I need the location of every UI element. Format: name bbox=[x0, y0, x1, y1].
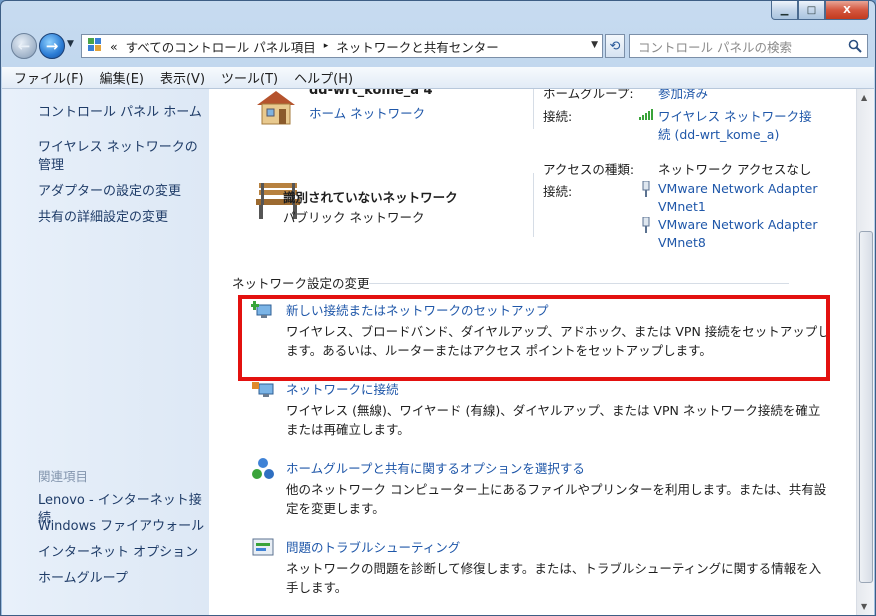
menu-edit[interactable]: 編集(E) bbox=[100, 68, 144, 87]
task-connect-description-line1: ワイヤレス (無線)、ワイヤード (有線)、ダイヤルアップ、または VPN ネッ… bbox=[286, 403, 821, 418]
menu-view[interactable]: 表示(V) bbox=[160, 68, 205, 87]
maximize-button[interactable]: □ bbox=[798, 1, 825, 20]
home-network-icon bbox=[257, 91, 295, 125]
task-troubleshoot-link[interactable]: 問題のトラブルシューティング bbox=[286, 537, 460, 556]
sidebar-link-adapter-settings[interactable]: アダプターの設定の変更 bbox=[38, 183, 208, 201]
minimize-button[interactable]: ▁ bbox=[771, 1, 798, 20]
task-homegroup-description-line2: 定を変更します。 bbox=[286, 501, 385, 516]
network-type-home-link[interactable]: ホーム ネットワーク bbox=[309, 103, 425, 122]
vertical-scrollbar[interactable]: ▲ ▼ bbox=[856, 89, 874, 615]
caption-buttons: ▁ □ X bbox=[771, 1, 869, 20]
wireless-connection-link-line2[interactable]: 続 (dd-wrt_kome_a) bbox=[658, 124, 779, 143]
breadcrumb-separator-icon[interactable]: ▸ bbox=[324, 41, 329, 51]
main-pane: dd-wrt_kome_a 4 ホーム ネットワーク ホームグループ: 参加済み… bbox=[209, 89, 856, 615]
address-bar[interactable]: « すべてのコントロール パネル項目 ▸ ネットワークと共有センター ▼ bbox=[81, 34, 603, 58]
settings-heading: ネットワーク設定の変更 bbox=[232, 276, 370, 291]
breadcrumb-all-control-panel-items[interactable]: すべてのコントロール パネル項目 bbox=[126, 37, 316, 56]
task-troubleshoot-description-line2: 手します。 bbox=[286, 580, 348, 595]
connect-to-network-icon bbox=[252, 382, 274, 397]
back-button[interactable]: ← bbox=[11, 33, 37, 59]
refresh-icon[interactable]: ⟲ bbox=[605, 34, 625, 58]
access-type-value: ネットワーク アクセスなし bbox=[658, 162, 812, 177]
task-homegroup-description-line1: 他のネットワーク コンピューター上にあるファイルやプリンターを利用します。または… bbox=[286, 482, 827, 497]
sidebar: コントロール パネル ホーム ワイヤレス ネットワークの管理 アダプターの設定の… bbox=[2, 89, 209, 615]
divider bbox=[533, 89, 534, 129]
related-heading: 関連項目 bbox=[38, 469, 89, 484]
sidebar-link-homegroup[interactable]: ホームグループ bbox=[38, 570, 208, 588]
task-connect-description-line2: または再確立します。 bbox=[286, 422, 410, 437]
recent-pages-dropdown-icon[interactable]: ▼ bbox=[67, 39, 74, 49]
homegroup-label: ホームグループ: bbox=[543, 89, 634, 101]
sidebar-link-advanced-sharing[interactable]: 共有の詳細設定の変更 bbox=[38, 209, 208, 227]
divider bbox=[533, 173, 534, 237]
menu-tools[interactable]: ツール(T) bbox=[221, 68, 278, 87]
menu-help[interactable]: ヘルプ(H) bbox=[294, 68, 353, 87]
search-placeholder: コントロール パネルの検索 bbox=[638, 39, 792, 55]
forward-button[interactable]: → bbox=[39, 33, 65, 59]
sidebar-link-firewall[interactable]: Windows ファイアウォール bbox=[38, 518, 208, 536]
network-name-unidentified: 識別されていないネットワーク bbox=[283, 190, 458, 205]
content-area: コントロール パネル ホーム ワイヤレス ネットワークの管理 アダプターの設定の… bbox=[2, 89, 874, 615]
task-troubleshoot-description-line1: ネットワークの問題を診断して修復します。または、トラブルシューティングに関する情… bbox=[286, 561, 822, 576]
homegroup-status-link[interactable]: 参加済み bbox=[658, 89, 708, 102]
control-panel-window: ▁ □ X ← → ▼ « すべてのコントロール パネル項目 ▸ ネットワークと… bbox=[0, 0, 876, 616]
connection-label: 接続: bbox=[543, 109, 573, 124]
scroll-up-icon[interactable]: ▲ bbox=[861, 93, 867, 102]
navigation-bar: ← → ▼ « すべてのコントロール パネル項目 ▸ ネットワークと共有センター… bbox=[9, 29, 868, 63]
access-type-label: アクセスの種類: bbox=[543, 162, 635, 177]
close-button[interactable]: X bbox=[825, 1, 869, 20]
sidebar-link-internet-options[interactable]: インターネット オプション bbox=[38, 544, 208, 562]
search-icon[interactable] bbox=[848, 39, 862, 53]
address-overflow-chevron[interactable]: « bbox=[110, 39, 118, 54]
ethernet-adapter-icon bbox=[642, 217, 650, 233]
ethernet-adapter-icon bbox=[642, 181, 650, 197]
wireless-signal-icon bbox=[639, 109, 653, 120]
address-dropdown-icon[interactable]: ▼ bbox=[591, 40, 598, 50]
troubleshoot-icon bbox=[252, 538, 274, 556]
menu-file[interactable]: ファイル(F) bbox=[14, 68, 84, 87]
task-connect-to-network-link[interactable]: ネットワークに接続 bbox=[286, 379, 399, 398]
sidebar-link-control-panel-home[interactable]: コントロール パネル ホーム bbox=[38, 104, 208, 122]
vmnet8-adapter-link[interactable]: VMware Network Adapter bbox=[658, 217, 818, 232]
wireless-connection-link[interactable]: ワイヤレス ネットワーク接 bbox=[658, 106, 812, 125]
heading-divider bbox=[369, 283, 789, 284]
connection-label: 接続: bbox=[543, 184, 573, 199]
breadcrumb-network-sharing-center[interactable]: ネットワークと共有センター bbox=[336, 37, 499, 56]
network-type-public: パブリック ネットワーク bbox=[283, 210, 425, 225]
vmnet1-adapter-link[interactable]: VMware Network Adapter bbox=[658, 181, 818, 196]
network-name-home: dd-wrt_kome_a 4 bbox=[309, 89, 433, 98]
control-panel-icon bbox=[88, 38, 106, 54]
task-homegroup-options-link[interactable]: ホームグループと共有に関するオプションを選択する bbox=[286, 458, 585, 477]
menu-bar: ファイル(F) 編集(E) 表示(V) ツール(T) ヘルプ(H) bbox=[2, 67, 874, 89]
sidebar-link-manage-wireless[interactable]: ワイヤレス ネットワークの管理 bbox=[38, 139, 203, 175]
homegroup-sharing-icon bbox=[252, 458, 274, 479]
vmnet8-adapter-link-line2[interactable]: VMnet8 bbox=[658, 235, 706, 250]
vmnet1-adapter-link-line2[interactable]: VMnet1 bbox=[658, 199, 706, 214]
scroll-down-icon[interactable]: ▼ bbox=[861, 602, 867, 611]
scrollbar-thumb[interactable] bbox=[859, 231, 873, 583]
search-input[interactable]: コントロール パネルの検索 bbox=[629, 34, 868, 58]
highlight-annotation-box bbox=[238, 295, 830, 381]
